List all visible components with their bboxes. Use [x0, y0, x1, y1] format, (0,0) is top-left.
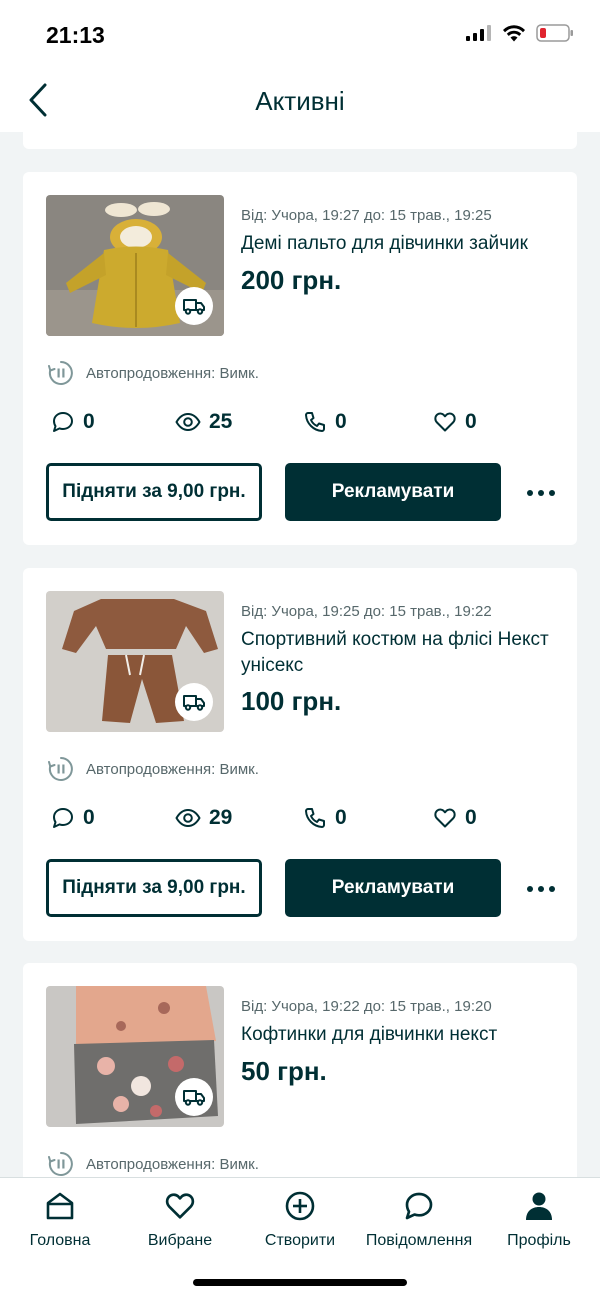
- autorenew-status: Автопродовження: Вимк.: [48, 360, 259, 386]
- promote-ad-button[interactable]: Рекламувати: [285, 859, 501, 917]
- truck-icon: [183, 1090, 205, 1106]
- favorites-stat: 0: [433, 410, 477, 434]
- eye-icon: [175, 809, 201, 827]
- more-dot: [549, 490, 555, 496]
- autorenew-status: Автопродовження: Вимк.: [48, 1151, 259, 1177]
- ad-title[interactable]: Кофтинки для дівчинки некст: [241, 1022, 561, 1048]
- eye-icon: [175, 413, 201, 431]
- home-icon: [42, 1188, 78, 1224]
- more-dot: [538, 886, 544, 892]
- tab-label: Головна: [29, 1232, 91, 1249]
- tab-home[interactable]: Головна: [0, 1188, 120, 1250]
- truck-icon: [183, 695, 205, 711]
- ad-card[interactable]: Від: Учора, 19:27 до: 15 трав., 19:25 Де…: [23, 172, 577, 545]
- ad-photo[interactable]: [46, 986, 224, 1127]
- favorites-count: 0: [465, 410, 477, 433]
- more-options-button[interactable]: [521, 874, 561, 904]
- nav-header: Активні: [0, 70, 600, 132]
- previous-ad-card: [23, 132, 577, 149]
- views-stat: 29: [175, 806, 232, 830]
- autorenew-pause-icon: [48, 757, 73, 781]
- plus-circle-icon: [282, 1188, 318, 1224]
- messages-count: 0: [83, 806, 95, 829]
- more-dot: [549, 886, 555, 892]
- raise-ad-button[interactable]: Підняти за 9,00 грн.: [46, 859, 262, 917]
- heart-icon: [434, 808, 456, 828]
- views-stat: 25: [175, 410, 232, 434]
- message-icon: [53, 808, 73, 828]
- views-count: 25: [209, 410, 233, 433]
- calls-count: 0: [335, 410, 347, 433]
- tab-messages[interactable]: Повідомлення: [359, 1188, 479, 1250]
- ad-price: 200 грн.: [241, 265, 342, 295]
- favorites-count: 0: [465, 806, 477, 829]
- views-count: 29: [209, 806, 233, 829]
- raise-ad-button[interactable]: Підняти за 9,00 грн.: [46, 463, 262, 521]
- ad-stats: 0 25 0 0: [51, 410, 551, 440]
- ad-photo[interactable]: [46, 195, 224, 336]
- ad-dates: Від: Учора, 19:22 до: 15 трав., 19:20: [241, 998, 492, 1015]
- delivery-badge: [175, 287, 213, 325]
- ad-title[interactable]: Спортивний костюм на флісі Некст унісекс: [241, 627, 561, 679]
- heart-icon: [434, 412, 456, 432]
- messages-count: 0: [83, 410, 95, 433]
- ad-price: 50 грн.: [241, 1056, 327, 1086]
- more-dot: [527, 490, 533, 496]
- status-icons: [466, 24, 574, 42]
- tab-label: Профіль: [507, 1232, 571, 1249]
- ad-title[interactable]: Демі пальто для дівчинки зайчик: [241, 231, 561, 257]
- ad-dates: Від: Учора, 19:27 до: 15 трав., 19:25: [241, 207, 492, 224]
- phone-icon: [305, 412, 325, 432]
- cellular-signal-icon: [466, 25, 491, 41]
- tab-label: Повідомлення: [365, 1232, 473, 1249]
- promote-ad-button[interactable]: Рекламувати: [285, 463, 501, 521]
- profile-icon: [521, 1188, 557, 1224]
- tab-favorites[interactable]: Вибране: [120, 1188, 240, 1250]
- calls-stat: 0: [303, 806, 347, 830]
- home-indicator: [193, 1279, 407, 1286]
- more-dot: [538, 490, 544, 496]
- messages-stat: 0: [51, 806, 95, 830]
- messages-stat: 0: [51, 410, 95, 434]
- ad-price: 100 грн.: [241, 686, 342, 716]
- delivery-badge: [175, 1078, 213, 1116]
- delivery-badge: [175, 683, 213, 721]
- ad-card[interactable]: Від: Учора, 19:25 до: 15 трав., 19:22 Сп…: [23, 568, 577, 941]
- tab-label: Створити: [264, 1232, 336, 1249]
- ad-stats: 0 29 0 0: [51, 806, 551, 836]
- page-title: Активні: [255, 86, 345, 116]
- ad-dates: Від: Учора, 19:25 до: 15 трав., 19:22: [241, 603, 492, 620]
- autorenew-status: Автопродовження: Вимк.: [48, 756, 259, 782]
- phone-icon: [305, 808, 325, 828]
- tab-label: Вибране: [147, 1232, 213, 1249]
- autorenew-label: Автопродовження: Вимк.: [86, 1155, 259, 1173]
- truck-icon: [183, 299, 205, 315]
- heart-icon: [162, 1188, 198, 1224]
- calls-stat: 0: [303, 410, 347, 434]
- chat-icon: [401, 1188, 437, 1224]
- autorenew-label: Автопродовження: Вимк.: [86, 364, 259, 382]
- status-time: 21:13: [46, 22, 105, 48]
- calls-count: 0: [335, 806, 347, 829]
- battery-low-icon: [536, 24, 573, 42]
- status-bar: 21:13: [0, 0, 600, 70]
- more-dot: [527, 886, 533, 892]
- more-options-button[interactable]: [521, 478, 561, 508]
- favorites-stat: 0: [433, 806, 477, 830]
- ad-photo[interactable]: [46, 591, 224, 732]
- tab-create[interactable]: Створити: [240, 1188, 360, 1250]
- tab-profile[interactable]: Профіль: [479, 1188, 599, 1250]
- autorenew-label: Автопродовження: Вимк.: [86, 760, 259, 778]
- wifi-icon: [503, 25, 525, 42]
- autorenew-pause-icon: [48, 1152, 73, 1176]
- autorenew-pause-icon: [48, 361, 73, 385]
- message-icon: [53, 412, 73, 432]
